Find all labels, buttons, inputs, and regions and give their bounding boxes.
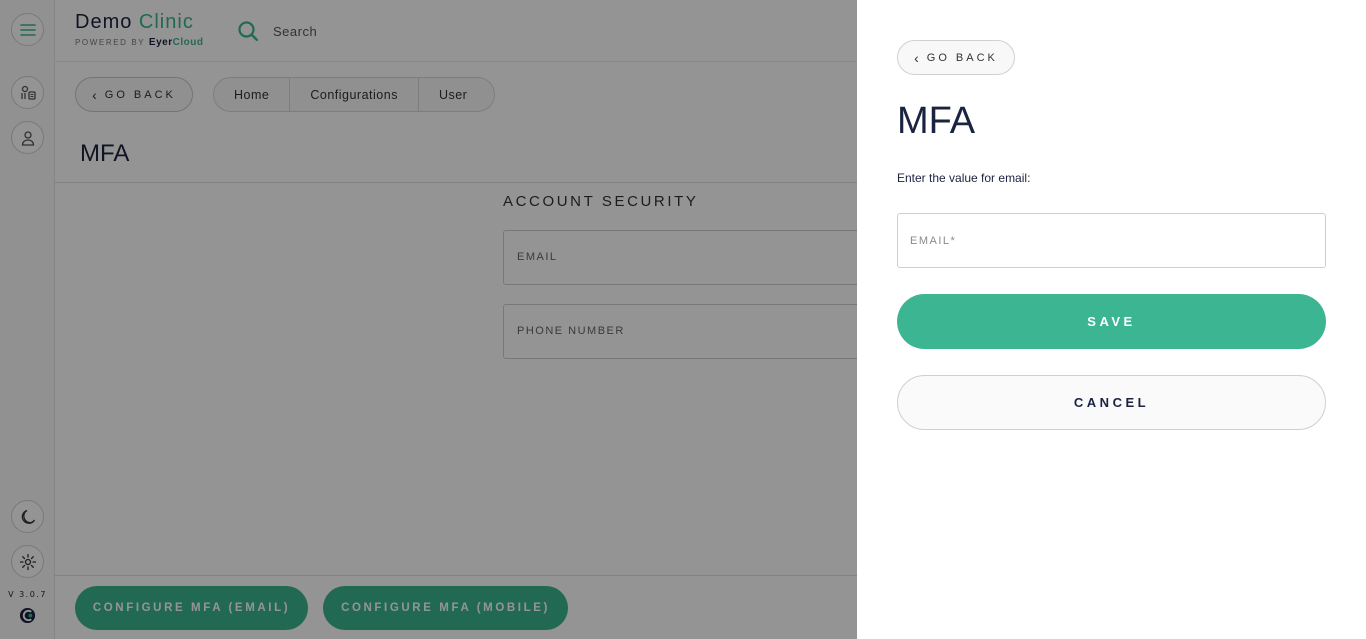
mfa-drawer: ‹ GO BACK MFA Enter the value for email: … [857, 0, 1366, 639]
drawer-go-back-button[interactable]: ‹ GO BACK [897, 40, 1015, 75]
modal-overlay[interactable] [0, 0, 857, 639]
drawer-title: MFA [897, 100, 976, 142]
chevron-left-icon: ‹ [914, 49, 919, 66]
cancel-button[interactable]: CANCEL [897, 375, 1326, 430]
email-input[interactable] [897, 213, 1326, 268]
drawer-go-back-label: GO BACK [926, 51, 998, 64]
drawer-prompt: Enter the value for email: [897, 171, 1031, 185]
save-button[interactable]: SAVE [897, 294, 1326, 349]
